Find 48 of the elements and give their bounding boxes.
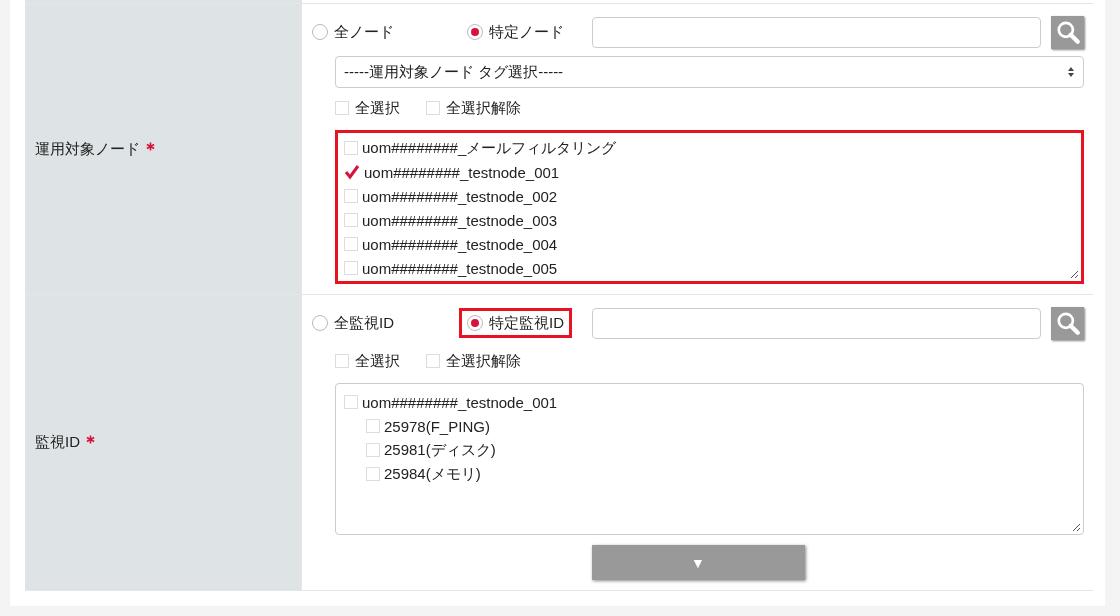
search-button[interactable] (1051, 15, 1084, 49)
checkbox-label[interactable]: 全選択 (355, 98, 400, 118)
checkbox[interactable] (335, 101, 349, 115)
search-field[interactable] (592, 16, 1041, 48)
search-button[interactable] (1051, 306, 1084, 340)
field-label: 運用対象ノード (35, 139, 140, 159)
list-item-label[interactable]: uom########_testnode_001 (364, 163, 560, 181)
list-item-label[interactable]: uom########_testnode_001 (362, 393, 558, 411)
checkbox-label[interactable]: 全選択 (355, 351, 400, 371)
checkbox[interactable] (335, 354, 349, 368)
list-item-label[interactable]: 25981(ディスク) (384, 440, 496, 460)
tag-select[interactable]: -----運用対象ノード タグ選択----- (335, 56, 1084, 88)
list-item-label[interactable]: uom########_testnode_003 (362, 211, 558, 229)
search-field[interactable] (592, 307, 1041, 339)
checkbox[interactable] (426, 101, 440, 115)
list-item-label[interactable]: uom########_testnode_005 (362, 259, 558, 277)
checkbox-label[interactable]: 全選択解除 (446, 98, 521, 118)
list-item-label[interactable]: uom########_testnode_004 (362, 235, 558, 253)
resize-grip-icon[interactable] (1071, 522, 1081, 532)
checkbox[interactable] (344, 261, 358, 275)
checkbox-label[interactable]: 全選択解除 (446, 351, 521, 371)
list-item-label[interactable]: 25978(F_PING) (384, 417, 490, 435)
radio-button[interactable] (467, 315, 483, 331)
list-item-label[interactable]: uom########_メールフィルタリング (362, 138, 617, 158)
checkbox[interactable] (366, 467, 380, 481)
resize-grip-icon[interactable] (1069, 269, 1079, 279)
spinner-arrows-icon (1067, 66, 1075, 78)
checkbox[interactable] (366, 419, 380, 433)
checkbox[interactable] (344, 213, 358, 227)
checkbox[interactable] (426, 354, 440, 368)
radio-button[interactable] (467, 24, 483, 40)
search-icon (1054, 310, 1081, 336)
checkbox[interactable] (344, 141, 358, 155)
radio-label[interactable]: 全監視ID (334, 313, 394, 333)
checkbox[interactable] (344, 237, 358, 251)
search-icon (1054, 19, 1081, 45)
checkbox[interactable] (344, 395, 358, 409)
radio-label[interactable]: 特定監視ID (489, 313, 564, 333)
list-item-label[interactable]: 25984(メモリ) (384, 464, 481, 484)
field-label: 監視ID (35, 433, 80, 452)
radio-label[interactable]: 全ノード (334, 22, 394, 42)
list-item-label[interactable]: uom########_testnode_002 (362, 187, 558, 205)
checkbox[interactable] (344, 189, 358, 203)
radio-label[interactable]: 特定ノード (489, 22, 564, 42)
radio-button[interactable] (312, 315, 328, 331)
checkbox[interactable] (366, 443, 380, 457)
radio-button[interactable] (312, 24, 328, 40)
checkmark-icon[interactable] (344, 164, 360, 180)
